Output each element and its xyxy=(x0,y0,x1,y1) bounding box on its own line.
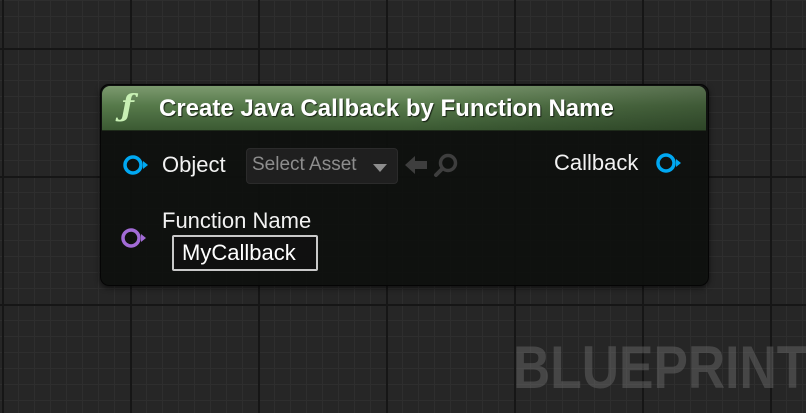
function-name-pin-label: Function Name xyxy=(162,208,312,233)
function-name-value: MyCallback xyxy=(182,240,296,265)
select-asset-label: Select Asset xyxy=(252,154,357,175)
browse-search-icon[interactable] xyxy=(433,152,461,178)
callback-pin-icon[interactable] xyxy=(654,151,686,175)
chevron-down-icon xyxy=(373,164,387,172)
blueprint-watermark: BLUEPRINT xyxy=(513,334,806,401)
object-pin-icon[interactable] xyxy=(121,153,153,177)
blueprint-graph-canvas[interactable]: ƒ Create Java Callback by Function Name … xyxy=(0,0,806,413)
function-name-input[interactable]: MyCallback xyxy=(172,235,318,271)
object-pin-label: Object xyxy=(162,152,226,177)
callback-pin-label: Callback xyxy=(554,150,639,175)
function-name-pin-icon[interactable] xyxy=(119,226,151,250)
use-selected-arrow-icon[interactable] xyxy=(403,153,429,177)
node-title: Create Java Callback by Function Name xyxy=(159,95,614,122)
select-asset-dropdown[interactable]: Select Asset xyxy=(246,148,398,184)
create-java-callback-node[interactable]: ƒ Create Java Callback by Function Name … xyxy=(100,84,709,286)
node-header[interactable]: ƒ Create Java Callback by Function Name xyxy=(102,86,706,131)
function-icon: ƒ xyxy=(121,89,134,124)
